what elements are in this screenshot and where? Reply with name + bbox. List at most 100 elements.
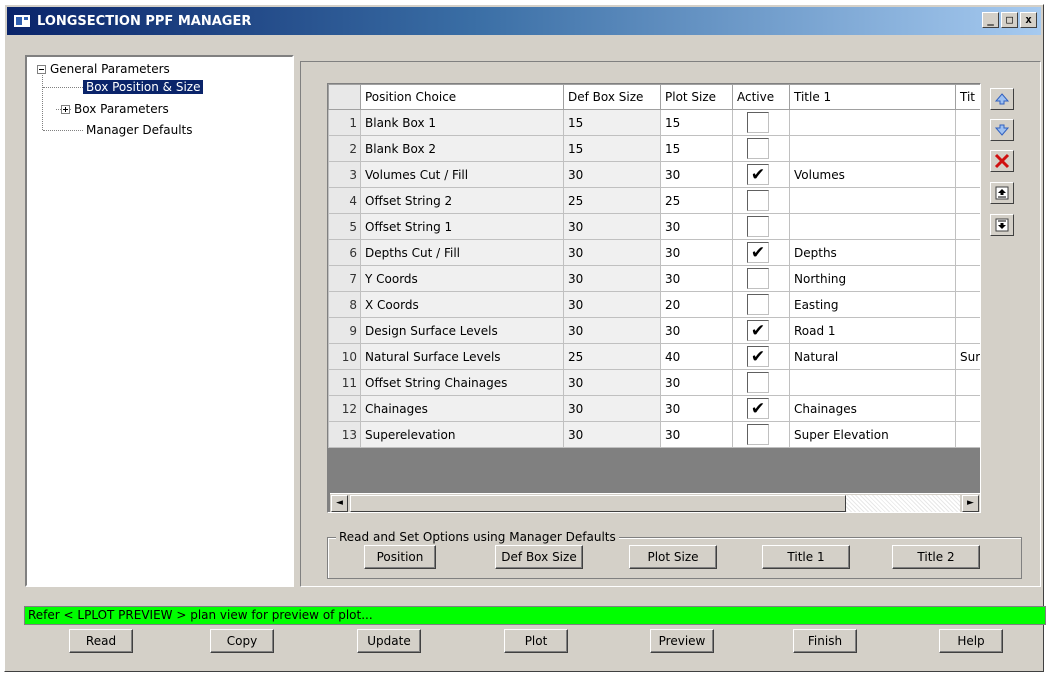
active-checkbox[interactable]	[747, 112, 769, 133]
table-row[interactable]: 4 Offset String 2 25 25	[328, 187, 980, 214]
minimize-button[interactable]: _	[982, 12, 999, 28]
insert-below-button[interactable]	[990, 214, 1014, 236]
plot-size-cell[interactable]: 30	[660, 369, 733, 396]
title-1-default-button[interactable]: Title 1	[762, 545, 850, 569]
position-choice-cell[interactable]: Y Coords	[360, 265, 564, 292]
copy-button[interactable]: Copy	[210, 629, 274, 653]
table-row[interactable]: 12 Chainages 30 30 ✔ Chainages	[328, 395, 980, 422]
close-button[interactable]: x	[1020, 12, 1037, 28]
active-cell[interactable]	[732, 291, 790, 318]
plot-size-cell[interactable]: 30	[660, 317, 733, 344]
title-2-cell[interactable]	[955, 213, 980, 240]
tree-root[interactable]: General Parameters	[37, 60, 170, 78]
plot-size-cell[interactable]: 30	[660, 161, 733, 188]
active-checkbox[interactable]	[747, 268, 769, 289]
col-position-choice[interactable]: Position Choice	[360, 84, 564, 110]
title-2-cell[interactable]	[955, 421, 980, 448]
plot-size-cell[interactable]: 30	[660, 213, 733, 240]
active-checkbox[interactable]	[747, 138, 769, 159]
preview-button[interactable]: Preview	[650, 629, 714, 653]
title-2-cell[interactable]	[955, 109, 980, 136]
title-1-cell[interactable]	[789, 213, 956, 240]
position-choice-cell[interactable]: Chainages	[360, 395, 564, 422]
plot-size-cell[interactable]: 30	[660, 239, 733, 266]
tree-item-box-position[interactable]: Box Position & Size	[83, 78, 204, 96]
active-cell[interactable]: ✔	[732, 395, 790, 422]
title-1-cell[interactable]: Natural	[789, 343, 956, 370]
position-choice-cell[interactable]: Blank Box 2	[360, 135, 564, 162]
title-2-default-button[interactable]: Title 2	[892, 545, 980, 569]
title-bar[interactable]: LONGSECTION PPF MANAGER _ □ x	[7, 7, 1041, 35]
active-checkbox[interactable]: ✔	[747, 164, 769, 185]
position-choice-cell[interactable]: Natural Surface Levels	[360, 343, 564, 370]
position-choice-cell[interactable]: X Coords	[360, 291, 564, 318]
table-row[interactable]: 9 Design Surface Levels 30 30 ✔ Road 1	[328, 317, 980, 344]
title-1-cell[interactable]: Northing	[789, 265, 956, 292]
table-row[interactable]: 10 Natural Surface Levels 25 40 ✔ Natural Sur	[328, 343, 980, 370]
active-cell[interactable]	[732, 109, 790, 136]
move-down-button[interactable]	[990, 119, 1014, 141]
title-1-cell[interactable]: Volumes	[789, 161, 956, 188]
active-cell[interactable]	[732, 421, 790, 448]
table-row[interactable]: 5 Offset String 1 30 30	[328, 213, 980, 240]
move-up-button[interactable]	[990, 88, 1014, 110]
active-cell[interactable]	[732, 187, 790, 214]
horizontal-scrollbar[interactable]: ◄ ►	[330, 493, 980, 512]
table-row[interactable]: 1 Blank Box 1 15 15	[328, 109, 980, 136]
active-checkbox[interactable]	[747, 216, 769, 237]
plot-size-cell[interactable]: 15	[660, 135, 733, 162]
table-row[interactable]: 2 Blank Box 2 15 15	[328, 135, 980, 162]
table-row[interactable]: 3 Volumes Cut / Fill 30 30 ✔ Volumes	[328, 161, 980, 188]
title-2-cell[interactable]	[955, 239, 980, 266]
scroll-left-icon[interactable]: ◄	[331, 495, 348, 512]
title-1-cell[interactable]: Depths	[789, 239, 956, 266]
plot-size-cell[interactable]: 20	[660, 291, 733, 318]
col-title-1[interactable]: Title 1	[789, 84, 956, 110]
plot-button[interactable]: Plot	[504, 629, 568, 653]
title-2-cell[interactable]	[955, 395, 980, 422]
plot-size-cell[interactable]: 30	[660, 265, 733, 292]
active-cell[interactable]: ✔	[732, 343, 790, 370]
col-title-2[interactable]: Tit	[955, 84, 980, 110]
table-row[interactable]: 13 Superelevation 30 30 Super Elevation	[328, 421, 980, 448]
title-1-cell[interactable]: Easting	[789, 291, 956, 318]
position-choice-cell[interactable]: Depths Cut / Fill	[360, 239, 564, 266]
active-checkbox[interactable]	[747, 190, 769, 211]
active-checkbox[interactable]: ✔	[747, 242, 769, 263]
position-choice-cell[interactable]: Design Surface Levels	[360, 317, 564, 344]
expand-icon[interactable]	[61, 105, 70, 114]
position-choice-cell[interactable]: Offset String 1	[360, 213, 564, 240]
active-checkbox[interactable]: ✔	[747, 320, 769, 341]
maximize-button[interactable]: □	[1001, 12, 1018, 28]
title-2-cell[interactable]	[955, 187, 980, 214]
update-button[interactable]: Update	[357, 629, 421, 653]
col-active[interactable]: Active	[732, 84, 790, 110]
plot-size-cell[interactable]: 30	[660, 395, 733, 422]
active-cell[interactable]: ✔	[732, 239, 790, 266]
plot-size-cell[interactable]: 25	[660, 187, 733, 214]
title-2-cell[interactable]	[955, 369, 980, 396]
active-cell[interactable]	[732, 213, 790, 240]
position-choice-cell[interactable]: Offset String 2	[360, 187, 564, 214]
title-2-cell[interactable]: Sur	[955, 343, 980, 370]
col-def-box-size[interactable]: Def Box Size	[563, 84, 661, 110]
title-1-cell[interactable]	[789, 187, 956, 214]
table-row[interactable]: 11 Offset String Chainages 30 30	[328, 369, 980, 396]
table-row[interactable]: 8X Coords 30 20 Easting	[328, 291, 980, 318]
title-1-cell[interactable]	[789, 135, 956, 162]
active-cell[interactable]: ✔	[732, 161, 790, 188]
help-button[interactable]: Help	[939, 629, 1003, 653]
def-box-size-default-button[interactable]: Def Box Size	[495, 545, 583, 569]
title-2-cell[interactable]	[955, 161, 980, 188]
title-2-cell[interactable]	[955, 135, 980, 162]
active-checkbox[interactable]	[747, 294, 769, 315]
finish-button[interactable]: Finish	[793, 629, 857, 653]
position-choice-cell[interactable]: Superelevation	[360, 421, 564, 448]
title-2-cell[interactable]	[955, 291, 980, 318]
title-2-cell[interactable]	[955, 317, 980, 344]
position-choice-cell[interactable]: Volumes Cut / Fill	[360, 161, 564, 188]
title-1-cell[interactable]: Road 1	[789, 317, 956, 344]
active-cell[interactable]: ✔	[732, 317, 790, 344]
scroll-right-icon[interactable]: ►	[962, 495, 979, 512]
position-default-button[interactable]: Position	[364, 545, 436, 569]
